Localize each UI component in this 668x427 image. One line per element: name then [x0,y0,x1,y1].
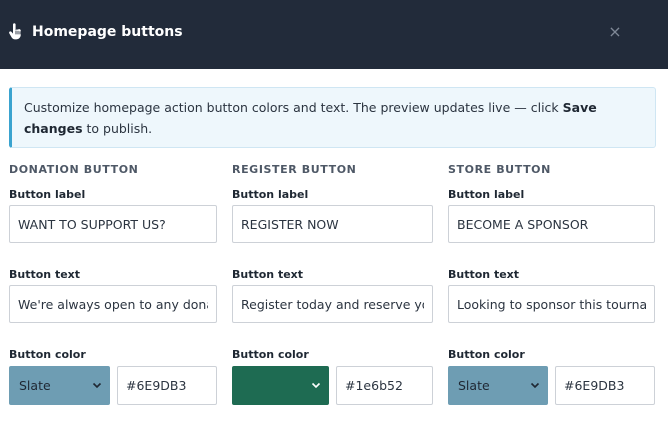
modal-header: Homepage buttons × [0,0,668,69]
register-color-hex-input[interactable] [336,366,433,405]
store-text-input[interactable] [448,285,655,323]
info-text: Customize homepage action button colors … [24,100,563,115]
store-color-select[interactable]: Slate [448,366,548,405]
store-text-title: Button text [448,268,520,281]
donation-color-title: Button color [9,348,86,361]
register-text-title: Button text [232,268,304,281]
pointing-hand-icon [9,23,21,40]
info-alert: Customize homepage action button colors … [9,87,656,148]
donation-color-select[interactable]: Slate [9,366,110,405]
section-heading-donation: DONATION BUTTON [9,163,139,176]
section-heading-store: STORE BUTTON [448,163,551,176]
chevron-down-icon [311,382,321,389]
store-label-title: Button label [448,188,525,201]
donation-label-title: Button label [9,188,86,201]
register-color-select[interactable] [232,366,329,405]
chevron-down-icon [92,382,102,389]
donation-text-input[interactable] [9,285,217,323]
register-label-input[interactable] [232,205,433,243]
info-text-end: to publish. [82,121,153,136]
donation-text-title: Button text [9,268,81,281]
modal-title: Homepage buttons [32,24,183,40]
store-color-title: Button color [448,348,525,361]
store-color-name: Slate [458,378,490,393]
register-text-input[interactable] [232,285,433,323]
store-label-input[interactable] [448,205,655,243]
store-color-hex-input[interactable] [555,366,655,405]
chevron-down-icon [530,382,540,389]
register-color-title: Button color [232,348,309,361]
close-icon[interactable]: × [606,22,624,42]
register-label-title: Button label [232,188,309,201]
section-heading-register: REGISTER BUTTON [232,163,357,176]
donation-color-name: Slate [19,378,51,393]
donation-color-hex-input[interactable] [117,366,217,405]
donation-label-input[interactable] [9,205,217,243]
